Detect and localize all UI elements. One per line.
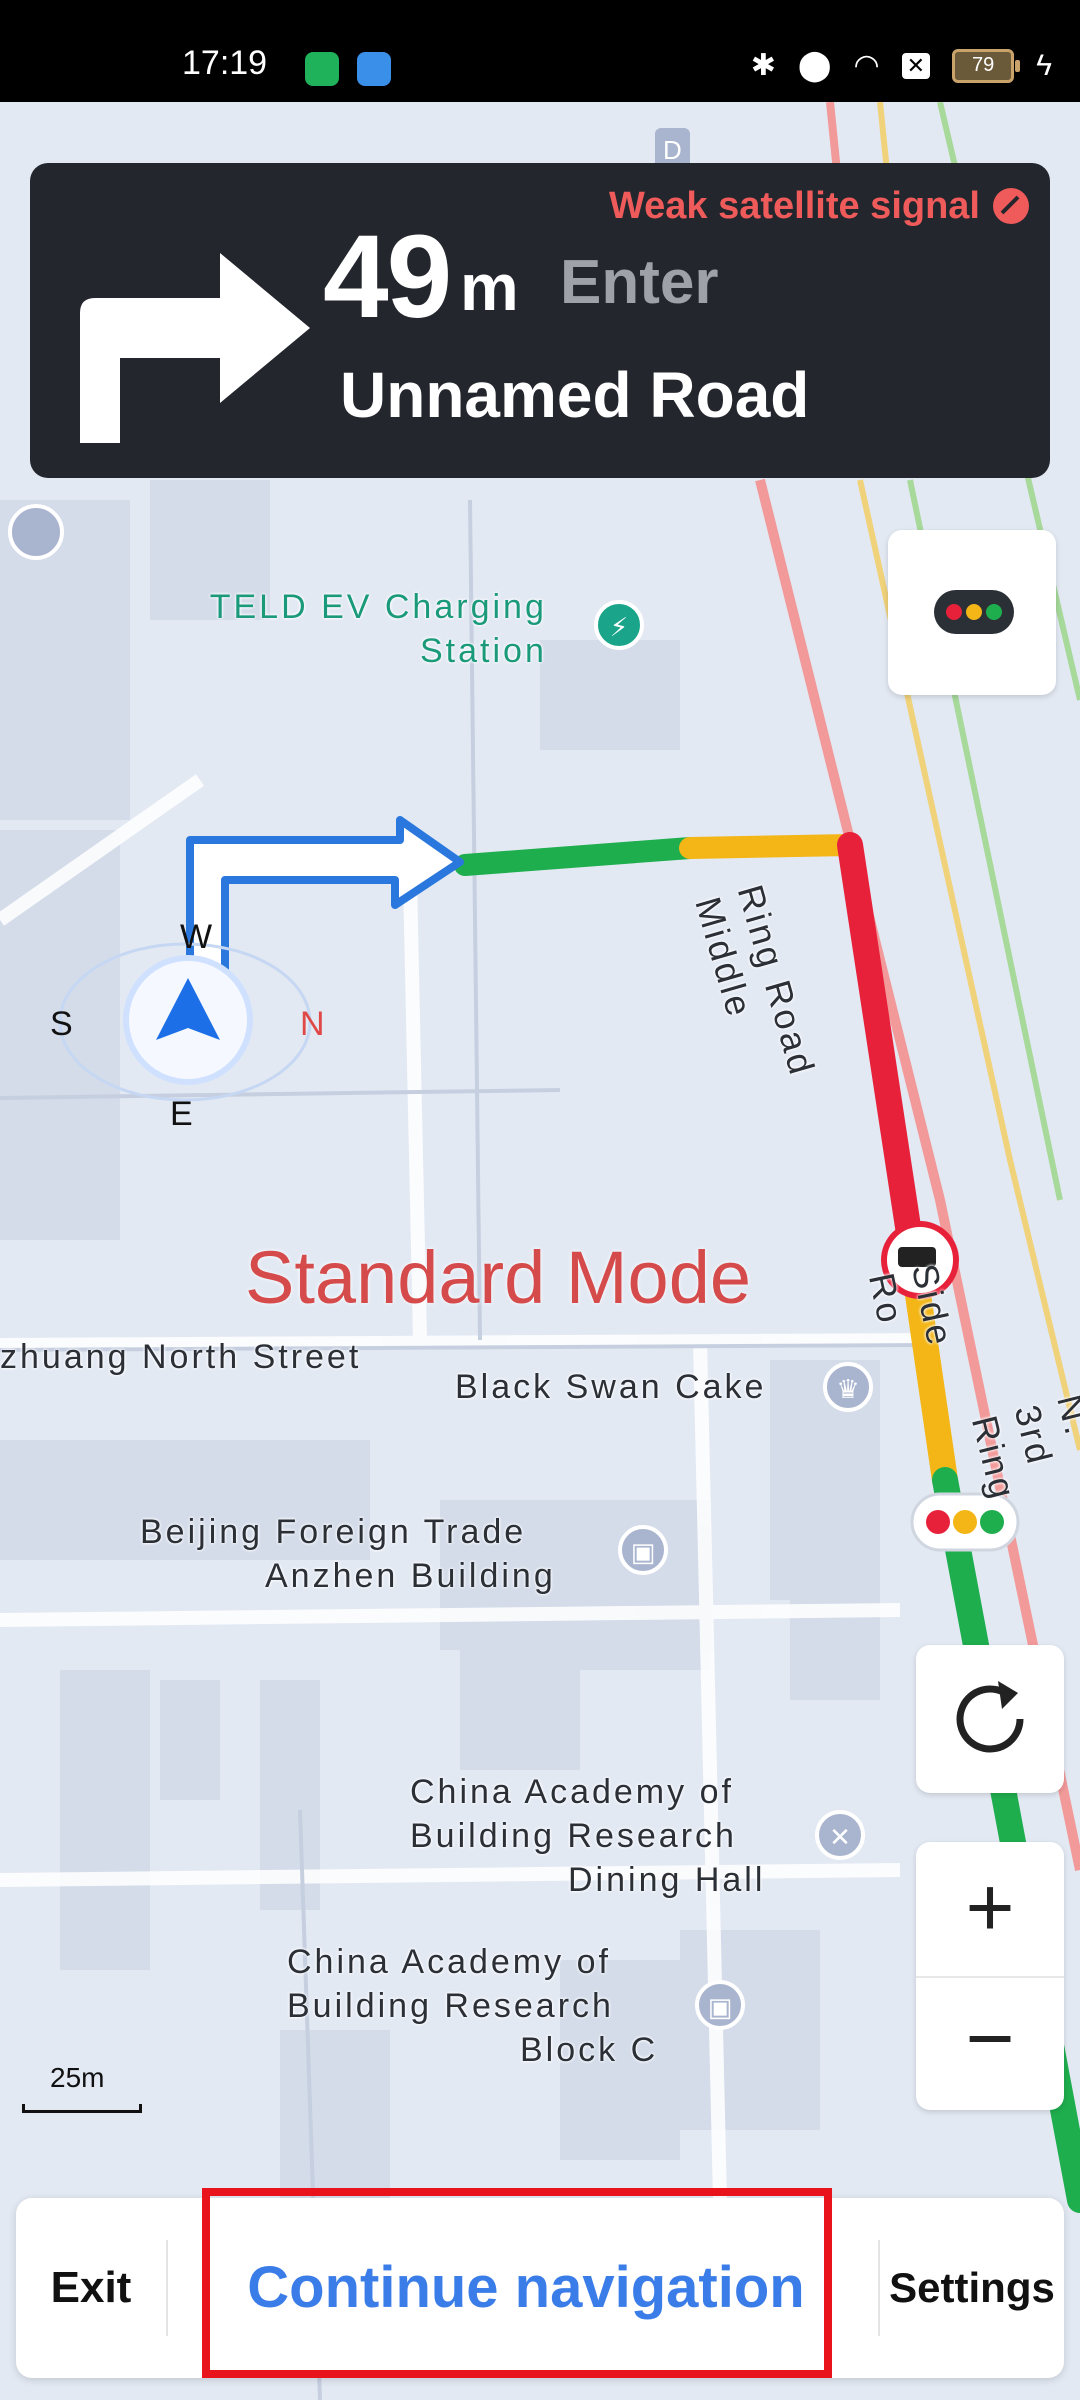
- zoom-out-button[interactable]: −: [916, 1976, 1064, 2110]
- compass-n: N: [300, 1005, 325, 1043]
- cake-shop-icon[interactable]: ♛: [823, 1362, 873, 1412]
- map-label-line: China Academy of: [410, 1773, 734, 1811]
- map-label-beijing-foreign-trade[interactable]: Beijing Foreign Trade Anzhen Building: [140, 1510, 556, 1598]
- building-icon[interactable]: ▣: [618, 1525, 668, 1575]
- map-label-academy-block-c[interactable]: China Academy of Building Research Block…: [287, 1940, 658, 2072]
- divider: [166, 2240, 168, 2336]
- distance-unit: m: [460, 250, 519, 324]
- battery-icon: 79: [952, 48, 1021, 83]
- refresh-route-button[interactable]: [916, 1645, 1064, 1793]
- status-icons: ✱ ⬤ ◠ ✕ 79 ϟ: [751, 48, 1052, 83]
- location-icon: ⬤: [797, 49, 832, 82]
- map-label-line: Station: [420, 632, 547, 670]
- settings-button[interactable]: Settings: [880, 2198, 1064, 2378]
- zoom-in-button[interactable]: +: [916, 1842, 1064, 1976]
- charging-station-icon[interactable]: ⚡: [594, 600, 644, 650]
- distance-value: 49: [323, 211, 452, 343]
- traffic-light-icon: [934, 590, 1014, 634]
- map-label-line: Beijing Foreign Trade: [140, 1513, 527, 1551]
- map-label-black-swan[interactable]: Black Swan Cake: [455, 1365, 766, 1409]
- compass-e: E: [170, 1095, 193, 1133]
- status-bar: 17:19 ✱ ⬤ ◠ ✕ 79 ϟ: [0, 0, 1080, 102]
- charging-icon: ϟ: [1036, 48, 1052, 82]
- traffic-toggle-button[interactable]: [888, 530, 1056, 695]
- map-label-line: Block C: [520, 2031, 659, 2069]
- map-label-street: zhuang North Street: [0, 1338, 362, 1376]
- maneuver-action: Enter: [560, 248, 719, 317]
- satellite-warning: Weak satellite signal: [608, 185, 980, 227]
- turn-right-arrow-icon: [80, 253, 310, 443]
- map-label-line: TELD EV Charging: [209, 588, 547, 626]
- map-label-line: Dining Hall: [568, 1861, 766, 1899]
- map-label-line: China Academy of: [287, 1943, 611, 1981]
- refresh-icon: [956, 1681, 1024, 1753]
- zoom-controls: + −: [916, 1842, 1064, 2110]
- scale-bar: [22, 2104, 142, 2113]
- security-app-icon: [305, 52, 339, 86]
- status-time: 17:19: [182, 44, 268, 82]
- bottom-action-bar: Exit Continue navigation Settings: [16, 2198, 1064, 2378]
- compass-s: S: [50, 1005, 73, 1043]
- navigation-banner: 49 m Enter Unnamed Road Weak satellite s…: [30, 163, 1050, 478]
- map-label-line: Building Research: [410, 1817, 737, 1855]
- building-icon[interactable]: ▣: [695, 1980, 745, 2030]
- continue-navigation-button[interactable]: Continue navigation: [206, 2198, 846, 2378]
- map-label-teld[interactable]: TELD EV Charging Station: [190, 585, 547, 673]
- no-sim-icon: ✕: [901, 52, 931, 79]
- dining-icon[interactable]: ✕: [815, 1810, 865, 1860]
- wifi-icon: ◠: [853, 49, 880, 82]
- weather-app-icon: [357, 52, 391, 86]
- mode-label: Standard Mode: [245, 1236, 752, 1319]
- scale-label: 25m: [50, 2062, 105, 2093]
- satellite-signal-icon: [993, 188, 1029, 224]
- map-label-line: Building Research: [287, 1987, 614, 2025]
- exit-button[interactable]: Exit: [16, 2198, 166, 2378]
- compass-w: W: [180, 918, 213, 956]
- road-name: Unnamed Road: [340, 359, 810, 431]
- bluetooth-icon: ✱: [750, 49, 776, 82]
- map-label-academy-dining[interactable]: China Academy of Building Research Dinin…: [410, 1770, 765, 1902]
- map-label-line: Anzhen Building: [265, 1557, 556, 1595]
